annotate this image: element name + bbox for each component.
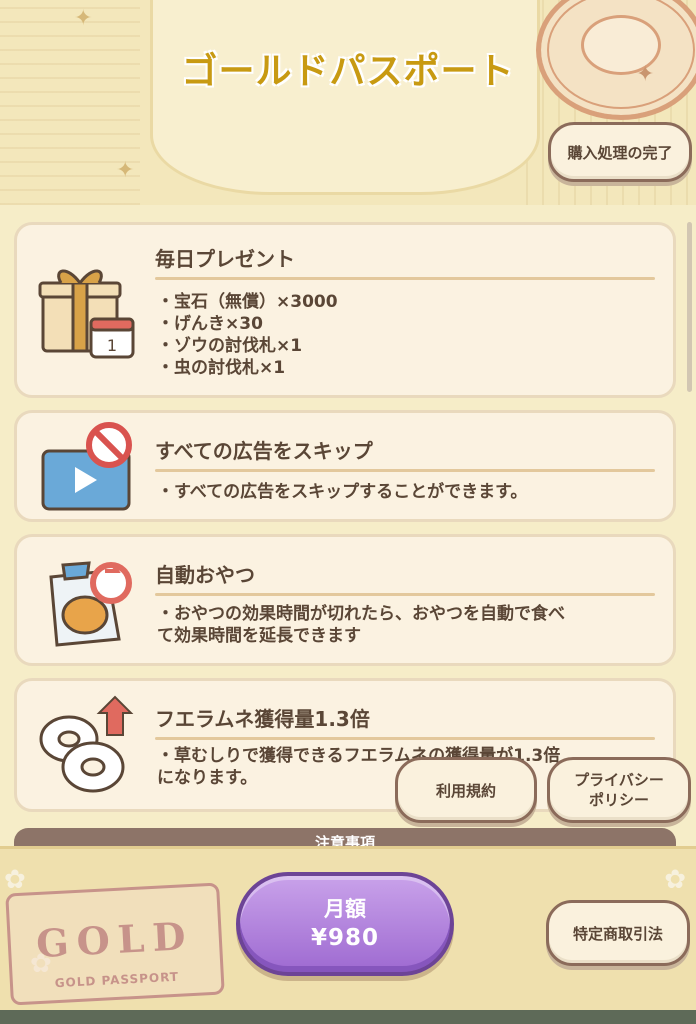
- page-title: ゴールドパスポート: [181, 51, 515, 92]
- card-body: ・おやつの効果時間が切れたら、おやつを自動で食べ て効果時間を延長できます: [157, 603, 653, 647]
- reward-line: ・げんき×30: [157, 314, 263, 334]
- reward-line: ・宝石（無償）×3000: [157, 292, 338, 312]
- privacy-policy-button[interactable]: プライバシー ポリシー: [547, 757, 691, 823]
- calendar-day-text: 1: [107, 336, 117, 355]
- benefit-line: ・すべての広告をスキップすることができます。: [157, 482, 528, 502]
- card-divider: [155, 277, 655, 280]
- no-ads-icon: [41, 422, 132, 511]
- footer-edge: [0, 1010, 696, 1024]
- donut-up-icon: [39, 695, 134, 793]
- flower-icon: ✿: [4, 865, 26, 895]
- card-divider: [155, 737, 655, 740]
- card-divider: [155, 469, 655, 472]
- sparkle-icon: ✦: [74, 6, 93, 31]
- price-label: 月額: [324, 897, 366, 921]
- card-title: フエラムネ獲得量1.3倍: [155, 707, 370, 731]
- scrollbar[interactable]: [687, 222, 692, 392]
- reward-line: ・ゾウの討伐札×1: [157, 336, 303, 356]
- purchase-complete-button[interactable]: 購入処理の完了: [548, 122, 692, 182]
- card-body: ・すべての広告をスキップすることができます。: [157, 481, 653, 503]
- card-title: すべての広告をスキップ: [155, 439, 373, 463]
- sparkle-icon: ✦: [116, 158, 135, 183]
- card-title: 自動おやつ: [155, 563, 255, 587]
- card-divider: [155, 593, 655, 596]
- badge-text: GOLD: [35, 912, 195, 967]
- benefit-line: て効果時間を延長できます: [157, 626, 361, 646]
- title-frame: [150, 0, 540, 195]
- card-title: 毎日プレゼント: [155, 247, 295, 271]
- flower-icon: ✿: [664, 865, 686, 895]
- benefit-line: ・おやつの効果時間が切れたら、おやつを自動で食べ: [157, 604, 565, 624]
- benefit-card-auto-snack: 自動おやつ ・おやつの効果時間が切れたら、おやつを自動で食べ て効果時間を延長で…: [14, 534, 676, 666]
- privacy-label-line2: ポリシー: [588, 791, 649, 809]
- privacy-label-line1: プライバシー: [574, 771, 664, 789]
- benefit-card-daily-present: 1 毎日プレゼント ・宝石（無償）×3000 ・げんき×30 ・ゾウの討伐札×1…: [14, 222, 676, 398]
- monthly-purchase-button[interactable]: 月額 ¥980: [236, 872, 454, 976]
- price-amount: ¥980: [310, 925, 379, 951]
- benefit-card-skip-ads: すべての広告をスキップ ・すべての広告をスキップすることができます。: [14, 410, 676, 522]
- gift-calendar-icon: 1: [38, 269, 135, 359]
- card-body: ・宝石（無償）×3000 ・げんき×30 ・ゾウの討伐札×1 ・虫の討伐札×1: [157, 291, 653, 379]
- reward-line: ・虫の討伐札×1: [157, 358, 286, 378]
- gold-passport-badge: GOLD GOLD PASSPORT: [5, 882, 225, 1006]
- terms-button[interactable]: 利用規約: [395, 757, 537, 823]
- commerce-law-button[interactable]: 特定商取引法: [546, 900, 690, 966]
- badge-subtext: GOLD PASSPORT: [54, 969, 180, 991]
- auto-snack-icon: [49, 561, 132, 647]
